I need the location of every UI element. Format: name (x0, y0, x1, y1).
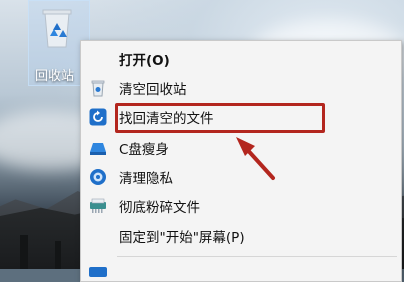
annotation-arrow (236, 137, 275, 180)
